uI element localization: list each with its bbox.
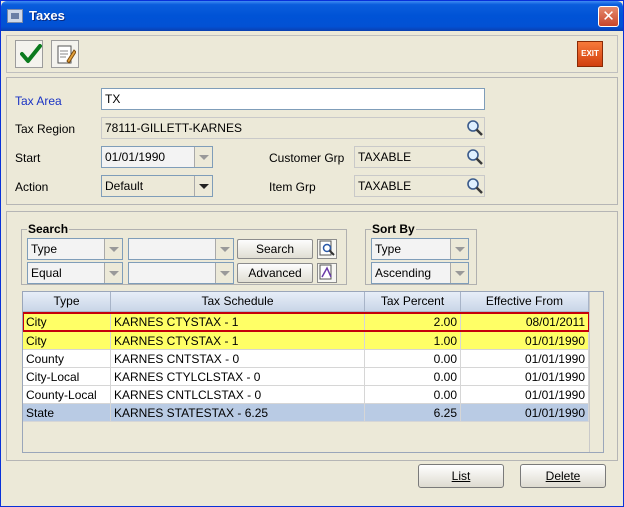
exit-button[interactable]: EXIT xyxy=(577,41,603,67)
action-select[interactable]: Default xyxy=(101,175,213,197)
cell-tax-schedule: KARNES CTYSTAX - 1 xyxy=(111,332,365,350)
search-button[interactable]: Search xyxy=(237,239,313,259)
cell-type: County-Local xyxy=(23,386,111,404)
cell-tax-schedule: KARNES CTYSTAX - 1 xyxy=(111,313,365,331)
table-row[interactable]: County-Local KARNES CNTLCLSTAX - 0 0.00 … xyxy=(23,386,589,404)
table-row[interactable]: City KARNES CTYSTAX - 1 1.00 01/01/1990 xyxy=(23,332,589,350)
list-button-label: List xyxy=(451,469,471,483)
cell-tax-percent: 2.00 xyxy=(365,313,461,331)
search-preview-button[interactable] xyxy=(317,239,337,259)
delete-button[interactable]: Delete xyxy=(520,464,606,488)
cell-effective-from: 01/01/1990 xyxy=(461,368,589,386)
delete-button-label: Delete xyxy=(545,469,581,483)
cell-tax-schedule: KARNES CNTLCLSTAX - 0 xyxy=(111,386,365,404)
window-title: Taxes xyxy=(29,8,65,23)
title-bar[interactable]: Taxes ✕ xyxy=(1,1,623,31)
item-grp-search-icon[interactable] xyxy=(466,177,484,195)
cell-tax-percent: 0.00 xyxy=(365,386,461,404)
cell-type: City xyxy=(23,313,111,331)
tax-area-form: Tax Area TX Tax Region 78111-GILLETT-KAR… xyxy=(6,77,618,205)
search-value-select[interactable] xyxy=(128,238,234,260)
search-field-value: Type xyxy=(31,242,58,256)
column-header-effective-from[interactable]: Effective From xyxy=(461,292,589,312)
cell-type: County xyxy=(23,350,111,368)
customer-grp-label: Customer Grp xyxy=(269,151,345,165)
advanced-search-button[interactable] xyxy=(317,263,337,283)
search-group-title: Search xyxy=(27,222,70,236)
table-row[interactable]: County KARNES CNTSTAX - 0 0.00 01/01/199… xyxy=(23,350,589,368)
chevron-down-icon[interactable] xyxy=(194,147,212,167)
advanced-button[interactable]: Advanced xyxy=(237,263,313,283)
table-header: Type Tax Schedule Tax Percent Effective … xyxy=(23,292,589,312)
item-grp-label: Item Grp xyxy=(269,180,316,194)
sort-group-title: Sort By xyxy=(371,222,416,236)
table-row[interactable]: City KARNES CTYSTAX - 1 2.00 08/01/2011 xyxy=(23,312,590,332)
list-button[interactable]: List xyxy=(418,464,504,488)
tax-region-field: 78111-GILLETT-KARNES xyxy=(101,117,485,139)
cell-effective-from: 08/01/2011 xyxy=(461,313,589,331)
search-operator-select[interactable]: Equal xyxy=(27,262,123,284)
column-header-tax-schedule[interactable]: Tax Schedule xyxy=(111,292,365,312)
action-label: Action xyxy=(15,180,49,194)
cell-tax-schedule: KARNES STATESTAX - 6.25 xyxy=(111,404,365,422)
cell-type: State xyxy=(23,404,111,422)
close-button[interactable]: ✕ xyxy=(598,6,619,27)
search-operator-value: Equal xyxy=(31,266,62,280)
tax-schedule-table: Type Tax Schedule Tax Percent Effective … xyxy=(22,291,604,453)
chevron-down-icon[interactable] xyxy=(450,239,468,259)
checkmark-icon xyxy=(20,44,42,63)
column-header-type[interactable]: Type xyxy=(23,292,111,312)
app-window-icon xyxy=(7,9,23,23)
tax-region-search-icon[interactable] xyxy=(466,119,484,137)
save-button[interactable] xyxy=(15,40,43,68)
cell-effective-from: 01/01/1990 xyxy=(461,386,589,404)
tax-region-label: Tax Region xyxy=(15,122,76,136)
cell-effective-from: 01/01/1990 xyxy=(461,404,589,422)
action-value: Default xyxy=(105,179,144,193)
sort-order-select[interactable]: Ascending xyxy=(371,262,469,284)
chevron-down-icon[interactable] xyxy=(215,239,233,259)
table-scrollbar[interactable] xyxy=(589,292,603,452)
search-group: Search Type Search Equal Advanced xyxy=(21,222,347,285)
toolbar: EXIT xyxy=(6,35,618,73)
cell-tax-schedule: KARNES CTYLCLSTAX - 0 xyxy=(111,368,365,386)
customer-grp-search-icon[interactable] xyxy=(466,148,484,166)
sort-field-value: Type xyxy=(375,242,402,256)
cell-tax-percent: 0.00 xyxy=(365,350,461,368)
sort-group: Sort By Type Ascending xyxy=(365,222,477,285)
sort-order-value: Ascending xyxy=(375,266,432,280)
notepad-edit-icon xyxy=(57,45,76,64)
chevron-down-icon[interactable] xyxy=(215,263,233,283)
cell-tax-percent: 0.00 xyxy=(365,368,461,386)
advanced-search-icon xyxy=(319,264,332,280)
start-date-value: 01/01/1990 xyxy=(105,150,166,164)
cell-type: City-Local xyxy=(23,368,111,386)
table-row[interactable]: State KARNES STATESTAX - 6.25 6.25 01/01… xyxy=(23,404,589,422)
taxes-window: Taxes ✕ EXIT Tax Area TX Tax Region 7811… xyxy=(0,0,624,507)
sort-field-select[interactable]: Type xyxy=(371,238,469,260)
tax-area-input[interactable]: TX xyxy=(101,88,485,110)
chevron-down-icon[interactable] xyxy=(450,263,468,283)
cell-effective-from: 01/01/1990 xyxy=(461,350,589,368)
start-label: Start xyxy=(15,151,41,165)
table-row[interactable]: City-Local KARNES CTYLCLSTAX - 0 0.00 01… xyxy=(23,368,589,386)
search-second-value-select[interactable] xyxy=(128,262,234,284)
tax-area-label: Tax Area xyxy=(15,94,62,108)
search-field-select[interactable]: Type xyxy=(27,238,123,260)
start-date-picker[interactable]: 01/01/1990 xyxy=(101,146,213,168)
cell-tax-percent: 6.25 xyxy=(365,404,461,422)
chevron-down-icon[interactable] xyxy=(104,239,122,259)
cell-tax-percent: 1.00 xyxy=(365,332,461,350)
cell-type: City xyxy=(23,332,111,350)
column-header-tax-percent[interactable]: Tax Percent xyxy=(365,292,461,312)
cell-effective-from: 01/01/1990 xyxy=(461,332,589,350)
cell-tax-schedule: KARNES CNTSTAX - 0 xyxy=(111,350,365,368)
chevron-down-icon[interactable] xyxy=(104,263,122,283)
edit-notes-button[interactable] xyxy=(51,40,79,68)
chevron-down-icon[interactable] xyxy=(194,176,212,196)
magnifier-page-icon xyxy=(319,240,335,256)
